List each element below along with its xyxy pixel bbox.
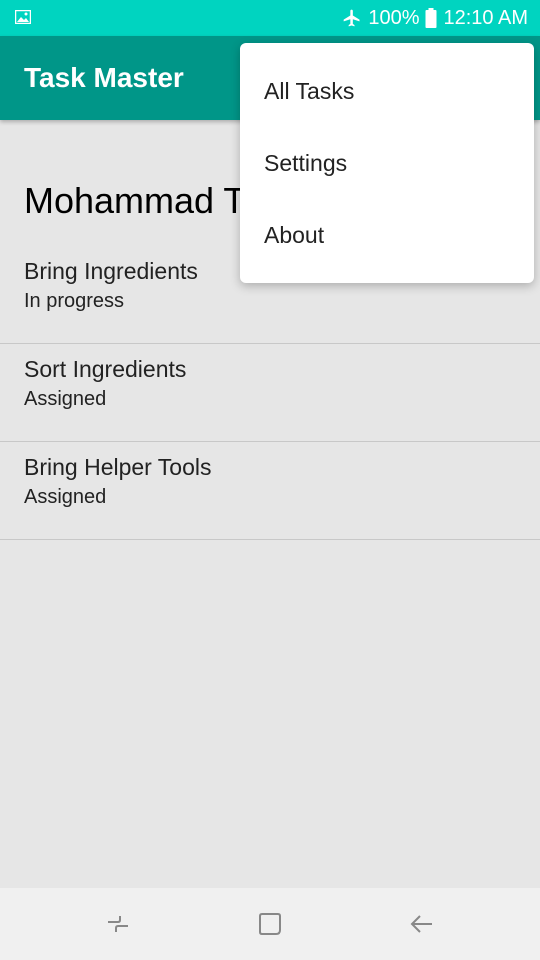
overflow-menu: All Tasks Settings About xyxy=(240,43,534,283)
task-status: Assigned xyxy=(24,388,107,410)
status-bar: 100% 12:10 AM xyxy=(0,0,540,36)
task-title: Sort Ingredients xyxy=(24,356,187,382)
navigation-bar xyxy=(0,888,540,960)
battery-icon xyxy=(425,8,437,28)
clock: 12:10 AM xyxy=(443,6,528,29)
app-title: Task Master xyxy=(24,62,184,93)
task-title: Bring Helper Tools xyxy=(24,454,212,480)
home-icon[interactable] xyxy=(256,910,284,938)
recents-icon[interactable] xyxy=(104,910,132,938)
task-title: Bring Ingredients xyxy=(24,258,198,284)
back-icon[interactable] xyxy=(408,910,436,938)
task-list: Bring Ingredients In progress Sort Ingre… xyxy=(0,246,540,540)
menu-item-all-tasks[interactable]: All Tasks xyxy=(240,55,534,127)
menu-item-settings[interactable]: Settings xyxy=(240,127,534,199)
battery-percent: 100% xyxy=(368,6,420,29)
task-row[interactable]: Sort Ingredients Assigned xyxy=(0,344,540,442)
gallery-icon xyxy=(14,9,32,25)
task-status: Assigned xyxy=(24,486,107,508)
airplane-icon xyxy=(342,8,362,28)
user-name: Mohammad T xyxy=(24,180,246,221)
task-row[interactable]: Bring Helper Tools Assigned xyxy=(0,442,540,540)
task-status: In progress xyxy=(24,290,125,312)
menu-item-about[interactable]: About xyxy=(240,199,534,271)
